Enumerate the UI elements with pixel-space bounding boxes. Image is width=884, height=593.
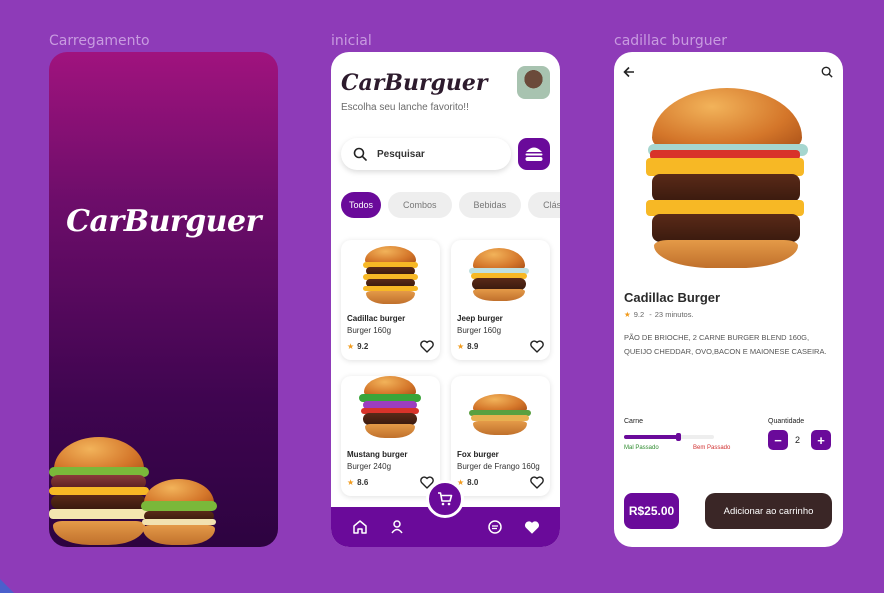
tab-bebidas[interactable]: Bebidas (458, 192, 522, 218)
product-meta: ★ 9.2 -23 minutos. (624, 310, 694, 319)
splash-burger-image (49, 437, 278, 547)
home-icon[interactable] (352, 519, 368, 535)
product-desc: Burger de Frango 160g (457, 462, 540, 471)
product-card[interactable]: Mustang burger Burger 240g ★ 8.6 (341, 376, 440, 496)
detail-screen: Cadillac Burger ★ 9.2 -23 minutos. PÃO DE… (614, 52, 843, 547)
increase-quantity-button[interactable]: + (811, 430, 831, 450)
product-rating: ★ 8.0 (457, 478, 479, 487)
heart-icon[interactable] (530, 476, 544, 489)
favorites-heart-icon[interactable] (524, 520, 540, 535)
star-icon: ★ (624, 310, 631, 319)
quantity-label: Quantidade (768, 418, 805, 425)
product-rating: ★ 8.9 (457, 342, 479, 351)
chat-icon[interactable] (487, 519, 503, 535)
cart-button[interactable] (426, 480, 464, 518)
frame-label-home: inicial (331, 33, 372, 49)
product-description: PÃO DE BRIOCHE, 2 CARNE BURGER BLEND 160… (624, 333, 827, 356)
product-card[interactable]: Fox burger Burger de Frango 160g ★ 8.0 (451, 376, 550, 496)
product-name: Jeep burger (457, 314, 503, 323)
product-name: Mustang burger (347, 450, 408, 459)
product-image (363, 246, 418, 306)
corner-decoration (0, 579, 14, 593)
product-image (469, 394, 531, 440)
product-desc: Burger 160g (347, 326, 392, 335)
star-icon: ★ (347, 478, 355, 487)
doneness-slider[interactable] (624, 433, 714, 441)
bem-passado-label: Bem Passado (693, 445, 731, 451)
burger-filter-button[interactable] (518, 138, 550, 170)
profile-icon[interactable] (389, 519, 405, 535)
star-icon: ★ (347, 342, 355, 351)
star-icon: ★ (457, 342, 465, 351)
product-name: Cadillac burger (347, 314, 406, 323)
avatar[interactable] (517, 66, 550, 99)
product-name: Fox burger (457, 450, 499, 459)
home-screen: CarBurguer Escolha seu lanche favorito!!… (331, 52, 560, 547)
back-arrow-icon[interactable] (623, 66, 635, 78)
category-tabs: Todos Combos Bebidas Clás (341, 192, 560, 218)
product-desc: Burger 240g (347, 462, 392, 471)
product-card[interactable]: Jeep burger Burger 160g ★ 8.9 (451, 240, 550, 360)
splash-screen: CarBurguer (49, 52, 278, 547)
splash-logo: CarBurguer (66, 204, 261, 239)
quantity-value: 2 (795, 435, 801, 445)
product-card[interactable]: Cadillac burger Burger 160g ★ 9.2 (341, 240, 440, 360)
tab-todos[interactable]: Todos (341, 192, 382, 218)
cart-icon (438, 492, 453, 506)
home-subtitle: Escolha seu lanche favorito!! (341, 102, 469, 113)
price-badge: R$25.00 (624, 493, 679, 529)
product-rating: ★ 9.2 (347, 342, 369, 351)
slider-fill (624, 435, 678, 439)
tab-classicos[interactable]: Clás (528, 192, 560, 218)
heart-icon[interactable] (530, 340, 544, 353)
product-image (359, 376, 421, 442)
hamburger-food-icon (525, 147, 543, 161)
search-input[interactable] (377, 148, 497, 160)
product-rating: ★ 8.6 (347, 478, 369, 487)
home-logo: CarBurguer (341, 70, 488, 96)
product-hero-image (646, 88, 811, 273)
product-desc: Burger 160g (457, 326, 502, 335)
slider-thumb[interactable] (676, 433, 681, 441)
decrease-quantity-button[interactable]: − (768, 430, 788, 450)
heart-icon[interactable] (420, 340, 434, 353)
product-title: Cadillac Burger (624, 290, 721, 305)
search-icon[interactable] (821, 66, 833, 78)
frame-label-detail: cadillac burguer (614, 33, 727, 49)
search-bar[interactable] (341, 138, 511, 170)
mal-passado-label: Mal Passado (624, 445, 659, 451)
carne-label: Carne (624, 418, 644, 425)
product-image (469, 248, 529, 304)
add-to-cart-button[interactable]: Adicionar ao carrinho (705, 493, 832, 529)
frame-label-splash: Carregamento (49, 33, 150, 49)
tab-combos[interactable]: Combos (388, 192, 452, 218)
search-icon (353, 147, 367, 161)
